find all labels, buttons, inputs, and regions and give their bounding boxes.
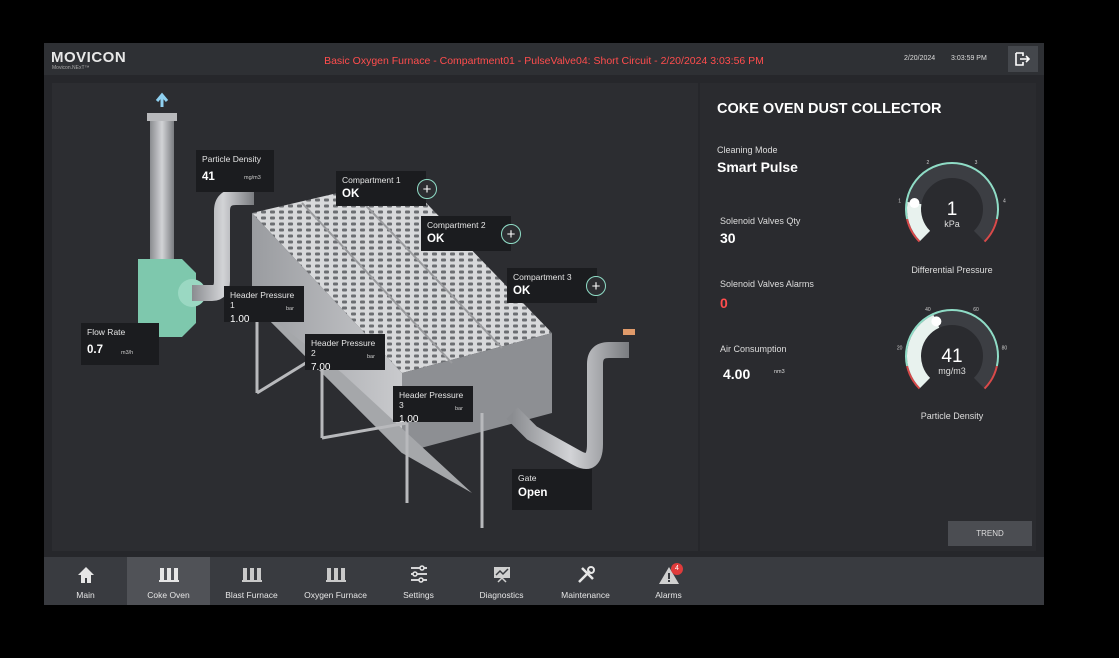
home-icon bbox=[77, 567, 94, 583]
particle-density-label: Particle Density bbox=[202, 154, 262, 164]
tools-icon bbox=[577, 566, 595, 583]
particle-density-gauge-pointer bbox=[931, 316, 942, 327]
nav-diagnostics-label: Diagnostics bbox=[479, 590, 524, 600]
bottom-navigation: Main Coke Oven Blast Furnace Oxygen Furn… bbox=[44, 557, 1044, 605]
nav-blast-furnace[interactable]: Blast Furnace bbox=[210, 557, 293, 605]
particle-density-gauge-fill bbox=[907, 314, 940, 388]
header-pressure-2-tag[interactable]: Header Pressure 2 7.00 bar bbox=[305, 334, 385, 373]
logout-icon bbox=[1015, 52, 1031, 66]
blast-furnace-icon bbox=[241, 568, 262, 582]
nav-alarms[interactable]: Alarms bbox=[627, 557, 710, 605]
nav-main-label: Main bbox=[76, 590, 95, 600]
particle-density-tag[interactable]: Particle Density 41 mg/m3 bbox=[196, 150, 274, 192]
differential-pressure-gauge-tick-label: 3 bbox=[975, 160, 978, 166]
compartment-3-label: Compartment 3 bbox=[513, 272, 572, 282]
differential-pressure-caption: Differential Pressure bbox=[911, 265, 993, 275]
solenoid-alarms-value: 0 bbox=[720, 295, 728, 311]
differential-pressure-gauge-unit: kPa bbox=[944, 219, 960, 229]
differential-pressure-gauge: 12 341kPa bbox=[898, 160, 1006, 243]
particle-density-gauge-tick-label: 40 bbox=[925, 307, 931, 313]
compartment-2-tag[interactable]: Compartment 2 OK bbox=[421, 216, 511, 251]
header-pressure-2-unit: bar bbox=[367, 354, 375, 360]
compartment-2-label: Compartment 2 bbox=[427, 220, 486, 230]
particle-density-gauge-tick-label: 80 bbox=[1002, 346, 1008, 352]
alarm-count-badge: 4 bbox=[671, 563, 683, 575]
nav-settings-label: Settings bbox=[403, 590, 434, 600]
compartment-1-status: OK bbox=[342, 188, 360, 200]
cleaning-mode-value: Smart Pulse bbox=[717, 159, 798, 175]
header-pressure-3-unit: bar bbox=[455, 406, 463, 412]
gate-label: Gate bbox=[518, 473, 537, 483]
particle-density-unit: mg/m3 bbox=[244, 175, 261, 181]
differential-pressure-gauge-tick-label: 2 bbox=[927, 160, 930, 166]
nav-diagnostics[interactable]: Diagnostics bbox=[460, 557, 543, 605]
nav-maintenance[interactable]: Maintenance bbox=[544, 557, 627, 605]
compartment-3-status: OK bbox=[513, 285, 531, 297]
nav-coke-oven-label: Coke Oven bbox=[147, 590, 190, 600]
air-consumption-value: 4.00 bbox=[723, 366, 751, 382]
gate-tag[interactable]: Gate Open bbox=[512, 469, 592, 510]
differential-pressure-gauge-pointer bbox=[909, 198, 920, 209]
dust-collector-illustration bbox=[138, 92, 635, 528]
nav-main[interactable]: Main bbox=[44, 557, 127, 605]
nav-alarms-label: Alarms bbox=[655, 590, 682, 600]
gate-status: Open bbox=[518, 487, 548, 499]
header-pressure-2-value: 7.00 bbox=[311, 362, 331, 373]
header-bar: MOVICON Movicon.NExT™ Basic Oxygen Furna… bbox=[44, 43, 1044, 75]
compartment-1-label: Compartment 1 bbox=[342, 175, 401, 185]
header-pressure-3-tag[interactable]: Header Pressure 3 1.00 bar bbox=[393, 386, 473, 425]
detail-panel: COKE OVEN DUST COLLECTOR Cleaning Mode S… bbox=[700, 83, 1036, 551]
header-pressure-3-value: 1.00 bbox=[399, 414, 419, 425]
solenoid-qty-value: 30 bbox=[720, 230, 736, 246]
time-display: 3:03:59 PM bbox=[951, 55, 987, 62]
coke-oven-icon bbox=[158, 568, 179, 582]
logout-button[interactable] bbox=[1008, 46, 1038, 72]
plant-view: Particle Density 41 mg/m3 Flow Rate 0.7 … bbox=[52, 83, 698, 551]
solenoid-qty-label: Solenoid Valves Qty bbox=[720, 216, 801, 226]
differential-pressure-gauge-tick-label: 1 bbox=[898, 199, 901, 205]
nav-maintenance-label: Maintenance bbox=[561, 590, 610, 600]
header-pressure-1-unit: bar bbox=[286, 306, 294, 312]
sliders-icon bbox=[410, 565, 427, 583]
compartment-1-expand-button[interactable]: + bbox=[417, 179, 437, 199]
compartment-3-expand-button[interactable]: + bbox=[586, 276, 606, 296]
date-display: 2/20/2024 bbox=[904, 55, 936, 62]
compartment-2-status: OK bbox=[427, 233, 445, 245]
differential-pressure-gauge-fill bbox=[907, 201, 931, 241]
nav-oxygen-furnace[interactable]: Oxygen Furnace bbox=[294, 557, 377, 605]
alarm-banner[interactable]: Basic Oxygen Furnace - Compartment01 - P… bbox=[44, 55, 1044, 67]
nav-blast-furnace-label: Blast Furnace bbox=[225, 590, 278, 600]
flow-rate-value: 0.7 bbox=[87, 344, 103, 356]
air-consumption-unit: nm3 bbox=[774, 369, 785, 375]
trend-button[interactable]: TREND bbox=[948, 521, 1032, 546]
flow-rate-tag[interactable]: Flow Rate 0.7 m3/h bbox=[81, 323, 159, 365]
particle-density-gauge: 20 40 60 80 41mg/m3 bbox=[897, 307, 1008, 390]
particle-density-gauge-tick-label: 20 bbox=[897, 346, 903, 352]
panel-title: COKE OVEN DUST COLLECTOR bbox=[717, 101, 942, 117]
header-pressure-1-value: 1.00 bbox=[230, 314, 250, 325]
cleaning-mode-label: Cleaning Mode bbox=[717, 145, 778, 155]
oxygen-furnace-icon bbox=[325, 568, 346, 582]
differential-pressure-gauge-value: 1 bbox=[947, 199, 958, 220]
particle-density-caption: Particle Density bbox=[920, 411, 984, 421]
nav-settings[interactable]: Settings bbox=[377, 557, 460, 605]
air-consumption-label: Air Consumption bbox=[720, 344, 787, 354]
compartment-1-tag[interactable]: Compartment 1 OK bbox=[336, 171, 426, 206]
header-pressure-1-tag[interactable]: Header Pressure 1 1.00 bar bbox=[224, 286, 304, 325]
diagnostics-icon bbox=[493, 567, 510, 583]
app-window: MOVICON Movicon.NExT™ Basic Oxygen Furna… bbox=[44, 43, 1044, 605]
nav-coke-oven[interactable]: Coke Oven bbox=[127, 557, 210, 605]
flow-rate-unit: m3/h bbox=[121, 350, 134, 356]
flow-rate-label: Flow Rate bbox=[87, 327, 126, 337]
particle-density-gauge-tick-label: 60 bbox=[973, 307, 979, 313]
particle-density-gauge-value: 41 bbox=[941, 346, 962, 367]
solenoid-alarms-label: Solenoid Valves Alarms bbox=[720, 279, 814, 289]
particle-density-gauge-unit: mg/m3 bbox=[938, 366, 966, 376]
nav-oxygen-furnace-label: Oxygen Furnace bbox=[304, 590, 367, 600]
differential-pressure-gauge-tick-label: 4 bbox=[1003, 199, 1006, 205]
compartment-3-tag[interactable]: Compartment 3 OK bbox=[507, 268, 597, 303]
compartment-2-expand-button[interactable]: + bbox=[501, 224, 521, 244]
